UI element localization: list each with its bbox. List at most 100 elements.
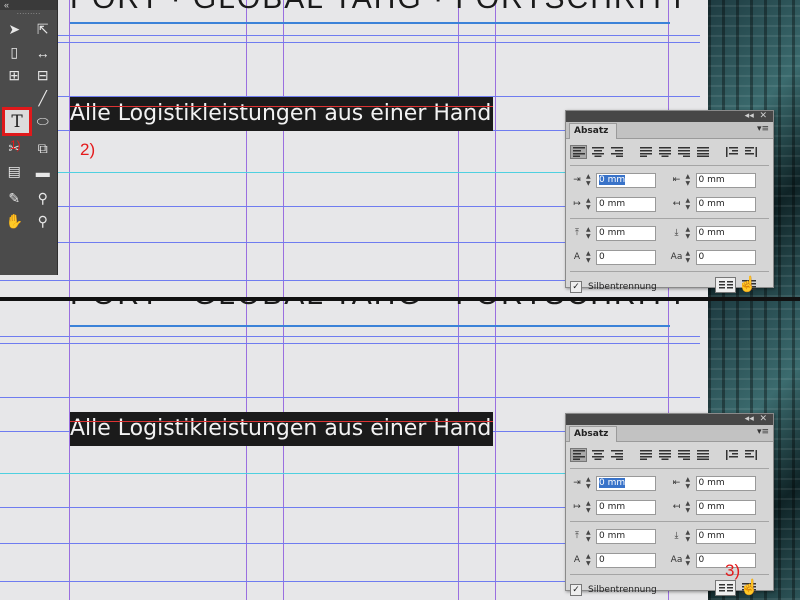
align-away-from-spine-button[interactable] [742, 448, 759, 462]
right-indent-icon: ⇤ [672, 478, 681, 488]
eyedropper-icon[interactable]: ⚲ [33, 189, 53, 209]
panel-collapse-icon[interactable]: ◂◂ [745, 414, 754, 424]
justify-right-button[interactable] [675, 448, 692, 462]
baseline-guide [0, 397, 700, 398]
paragraph-panel[interactable]: ◂◂ ✕ Absatz ▾≡ ⇥ ▲ ▼ 0 mm ⇤ ▲ ▼ 0 mm ↦ ▲ ▼ 0 mm [565, 413, 774, 596]
panel-menu-icon[interactable]: ▾≡ [757, 124, 769, 134]
headline-text-frame[interactable]: Alle Logistikleistungen aus einer Hand [70, 97, 494, 131]
last-line-indent-stepper[interactable]: ▲ ▼ [686, 197, 694, 211]
align-right-button[interactable] [608, 145, 625, 159]
panel-divider [570, 271, 769, 272]
last-line-indent-stepper[interactable]: ▲ ▼ [686, 500, 694, 514]
tab-absatz-label: Absatz [574, 429, 609, 439]
drop-cap-chars-stepper[interactable]: ▲ ▼ [686, 553, 694, 567]
drop-cap-chars-stepper[interactable]: ▲ ▼ [686, 250, 694, 264]
note-tool-icon[interactable]: ✎ [4, 189, 24, 209]
tab-absatz[interactable]: Absatz [569, 123, 618, 139]
justify-center-button[interactable] [656, 145, 673, 159]
panel-close-icon[interactable]: ✕ [759, 111, 767, 121]
justify-all-button[interactable] [694, 448, 711, 462]
page-tool-icon[interactable]: ▯ [4, 43, 24, 63]
headline-text-frame[interactable]: Alle Logistikleistungen aus einer Hand [70, 412, 494, 446]
paragraph-panel[interactable]: ◂◂ ✕ Absatz ▾≡ ⇥ ▲ ▼ 0 mm ⇤ ▲ ▼ 0 mm ↦ ▲ ▼ 0 mm [565, 110, 774, 293]
gradient-feather-icon[interactable]: ▬ [33, 162, 53, 182]
content-placer-icon[interactable]: ⊟ [33, 66, 53, 86]
baseline-guide [0, 35, 700, 36]
headline-text: Alle Logistikleistungen aus einer Hand [70, 101, 492, 126]
panel-close-icon[interactable]: ✕ [759, 414, 767, 424]
first-line-indent-input[interactable]: 0 mm [596, 196, 656, 212]
left-indent-input[interactable]: 0 mm [596, 172, 656, 188]
justify-center-button[interactable] [656, 448, 673, 462]
last-line-indent-input[interactable]: 0 mm [695, 499, 756, 515]
align-left-button[interactable] [570, 145, 587, 159]
align-towards-spine-button[interactable] [723, 448, 740, 462]
drop-cap-lines-input[interactable]: 0 [596, 249, 656, 265]
justify-right-button[interactable] [675, 145, 692, 159]
drop-cap-chars-icon: Aa [670, 555, 683, 565]
align-left-button[interactable] [570, 448, 587, 462]
drop-cap-chars-input[interactable]: 0 [695, 249, 756, 265]
left-indent-stepper[interactable]: ▲ ▼ [586, 476, 594, 490]
align-center-button[interactable] [589, 145, 606, 159]
content-collector-icon[interactable]: ⊞ [4, 66, 24, 86]
space-before-input[interactable]: 0 mm [596, 528, 656, 544]
margin-guide [69, 0, 70, 297]
align-right-button[interactable] [608, 448, 625, 462]
space-after-input[interactable]: 0 mm [695, 225, 756, 241]
direct-selection-icon[interactable]: ⇱ [33, 20, 53, 40]
screenshot-divider [0, 297, 800, 301]
space-before-stepper[interactable]: ▲ ▼ [586, 226, 594, 240]
drop-cap-lines-input[interactable]: 0 [596, 552, 656, 568]
hand-tool-icon[interactable]: ✋ [4, 212, 24, 232]
tab-absatz[interactable]: Absatz [569, 426, 618, 442]
space-before-input[interactable]: 0 mm [596, 225, 656, 241]
last-line-indent-input[interactable]: 0 mm [695, 196, 756, 212]
align-towards-spine-button[interactable] [723, 145, 740, 159]
first-line-indent-stepper[interactable]: ▲ ▼ [586, 197, 594, 211]
right-indent-stepper[interactable]: ▲ ▼ [686, 476, 694, 490]
left-indent-stepper[interactable]: ▲ ▼ [586, 173, 594, 187]
first-line-indent-stepper[interactable]: ▲ ▼ [586, 500, 594, 514]
panel-menu-icon[interactable]: ▾≡ [757, 427, 769, 437]
gap-tool-icon[interactable]: ↔ [33, 43, 53, 63]
alignment-buttons [566, 442, 773, 466]
line-tool-icon[interactable]: ╱ [33, 89, 53, 109]
do-not-align-baseline-button[interactable] [715, 277, 736, 293]
drop-cap-lines-stepper[interactable]: ▲ ▼ [586, 553, 594, 567]
hyphenation-label: Silbentrennung [588, 585, 657, 595]
panel-titlebar[interactable]: ◂◂ ✕ [566, 111, 773, 122]
space-after-stepper[interactable]: ▲ ▼ [686, 529, 694, 543]
type-tool-button[interactable]: T [2, 107, 32, 136]
drop-cap-lines-stepper[interactable]: ▲ ▼ [586, 250, 594, 264]
align-center-button[interactable] [589, 448, 606, 462]
align-away-from-spine-button[interactable] [742, 145, 759, 159]
column-guide [283, 301, 284, 600]
free-transform-icon[interactable]: ⧉ [33, 139, 53, 159]
hyphenation-checkbox[interactable]: ✓ [570, 281, 582, 293]
zoom-tool-icon[interactable]: ⚲ [33, 212, 53, 232]
right-indent-stepper[interactable]: ▲ ▼ [686, 173, 694, 187]
ellipse-tool-icon[interactable]: ⬭ [33, 112, 53, 132]
gradient-swatch-icon[interactable]: ▤ [4, 162, 24, 182]
space-after-input[interactable]: 0 mm [695, 528, 756, 544]
first-line-indent-input[interactable]: 0 mm [596, 499, 656, 515]
panel-tabbar: Absatz ▾≡ [566, 122, 773, 139]
column-guide [458, 301, 459, 600]
justify-left-button[interactable] [637, 448, 654, 462]
left-indent-input[interactable]: 0 mm [596, 475, 656, 491]
do-not-align-baseline-button[interactable] [715, 580, 736, 596]
space-before-stepper[interactable]: ▲ ▼ [586, 529, 594, 543]
right-indent-input[interactable]: 0 mm [695, 172, 756, 188]
panel-titlebar[interactable]: ◂◂ ✕ [566, 414, 773, 425]
right-indent-input[interactable]: 0 mm [695, 475, 756, 491]
toolbox-grip[interactable]: ········· [0, 10, 57, 18]
selection-arrow-icon[interactable]: ➤ [4, 20, 24, 40]
hyphenation-checkbox[interactable]: ✓ [570, 584, 582, 596]
spacing-row: ⤒ ▲ ▼ 0 mm ⤓ ▲ ▼ 0 mm [566, 221, 773, 245]
space-after-stepper[interactable]: ▲ ▼ [686, 226, 694, 240]
panel-collapse-icon[interactable]: ◂◂ [745, 111, 754, 121]
justify-left-button[interactable] [637, 145, 654, 159]
type-tool-icon[interactable] [4, 89, 24, 109]
justify-all-button[interactable] [694, 145, 711, 159]
